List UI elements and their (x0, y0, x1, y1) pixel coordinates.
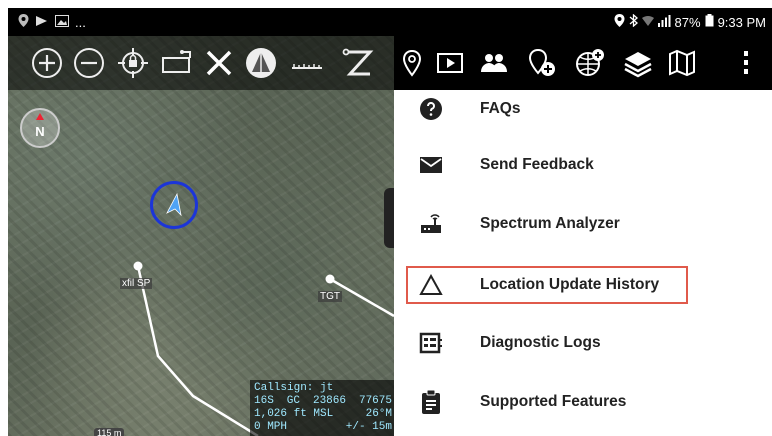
info-zone: 16S (254, 395, 274, 407)
menu-item-label: Spectrum Analyzer (480, 215, 620, 232)
menu-item-supported-features[interactable]: Supported Features (394, 373, 772, 431)
close-icon (206, 50, 232, 76)
menu-item-diagnostic-logs[interactable]: Diagnostic Logs (394, 314, 772, 372)
signal-icon (657, 14, 671, 30)
menu-item-faqs[interactable]: FAQs (394, 90, 772, 138)
route-button[interactable] (340, 46, 374, 80)
mail-icon (418, 152, 444, 178)
add-marker-icon (528, 48, 555, 76)
waypoint-dot-xfil[interactable] (133, 261, 143, 271)
overflow-menu-panel: FAQs Send Feedback Spectrum Analyzer Loc… (394, 90, 772, 436)
help-icon (418, 96, 444, 122)
map-view[interactable] (8, 36, 394, 436)
battery-icon (705, 14, 714, 30)
menu-item-spectrum-analyzer[interactable]: Spectrum Analyzer (394, 195, 772, 253)
info-callsign: Callsign: jt (254, 382, 334, 394)
menu-item-label: Supported Features (480, 393, 627, 410)
layers-icon (624, 52, 652, 78)
status-bar: ... 87% 9:33 PM (8, 8, 772, 36)
add-marker-button[interactable] (526, 47, 558, 79)
info-easting: 23866 (312, 395, 346, 407)
self-info-box: Callsign: jt 16S GC 23866 77675 1,026 ft… (250, 380, 396, 436)
app-menubar (394, 36, 772, 90)
map-overlay-icon (576, 49, 604, 76)
range-bearing-icon (162, 50, 191, 73)
info-altitude: 1,026 ft MSL (254, 408, 334, 420)
wifi-icon (641, 15, 654, 30)
layers-button[interactable] (622, 47, 654, 79)
measure-button[interactable] (290, 46, 324, 80)
zoom-in-icon (32, 48, 62, 78)
battery-percent: 87% (674, 14, 701, 30)
video-icon (437, 53, 463, 73)
map-toolbar (8, 36, 394, 90)
zoom-out-icon (74, 48, 104, 78)
3d-view-button[interactable] (244, 46, 278, 80)
highlight-box (406, 266, 688, 304)
contacts-button[interactable] (478, 47, 510, 79)
map-icon (669, 49, 695, 77)
info-heading: 26°M (365, 408, 392, 420)
play-flag-icon (35, 15, 49, 30)
menu-item-send-feedback[interactable]: Send Feedback (394, 136, 772, 194)
overflow-menu-button[interactable] (730, 47, 762, 79)
status-left: ... (8, 14, 86, 30)
video-button[interactable] (434, 47, 466, 79)
info-coordinates: 16S GC 23866 77675 (254, 395, 392, 408)
zoom-out-button[interactable] (72, 46, 106, 80)
router-icon (418, 211, 444, 237)
menu-item-label: FAQs (480, 100, 521, 117)
locate-icon (118, 48, 148, 78)
zoom-in-button[interactable] (30, 46, 64, 80)
menu-item-label: Send Feedback (480, 156, 594, 173)
info-speed: 0 MPH (254, 421, 288, 433)
bluetooth-icon (629, 13, 638, 30)
info-grid: GC (286, 395, 300, 407)
compass-button[interactable]: N (20, 108, 60, 148)
status-time: 9:33 PM (717, 14, 766, 30)
waypoint-label-tgt[interactable]: TGT (318, 291, 342, 302)
route-line-1 (136, 265, 259, 436)
info-speed-row: 0 MPH +/- 15m (254, 421, 392, 434)
map-scale-label: 115 m (94, 428, 125, 436)
logs-icon (418, 330, 444, 356)
waypoint-tool-button[interactable] (396, 47, 428, 79)
contacts-icon (481, 54, 507, 72)
waypoint-dot-tgt[interactable] (325, 274, 335, 284)
clear-button[interactable] (202, 46, 236, 80)
route-lines (133, 261, 394, 436)
location-icon (614, 14, 625, 30)
maps-button[interactable] (666, 47, 698, 79)
compass-label: N (35, 123, 45, 139)
waypoint-label-xfil[interactable]: xfil SP (120, 278, 153, 289)
range-bearing-button[interactable] (160, 46, 194, 80)
menu-item-label: Diagnostic Logs (480, 334, 601, 351)
locate-button[interactable] (116, 46, 150, 80)
status-right: 87% 9:33 PM (614, 8, 766, 36)
self-arrow-icon (166, 193, 182, 217)
image-icon (55, 14, 69, 30)
app-frame: ... 87% 9:33 PM xfil SP TGT N Callsign: … (8, 8, 772, 436)
clipboard-icon (418, 389, 444, 415)
info-northing: 77675 (358, 395, 392, 407)
info-accuracy: +/- 15m (345, 421, 392, 433)
location-pin-icon (18, 14, 29, 30)
map-pin-icon (402, 49, 422, 77)
measure-icon (292, 64, 322, 69)
north-arrow-icon (36, 113, 44, 120)
status-more-dots: ... (75, 14, 86, 30)
self-location-marker[interactable] (150, 181, 198, 229)
route-icon (342, 48, 374, 76)
map-overlay-button[interactable] (574, 47, 606, 79)
info-alt-row: 1,026 ft MSL 26°M (254, 408, 392, 421)
3d-view-icon (246, 48, 276, 78)
overflow-menu-icon (744, 51, 748, 74)
